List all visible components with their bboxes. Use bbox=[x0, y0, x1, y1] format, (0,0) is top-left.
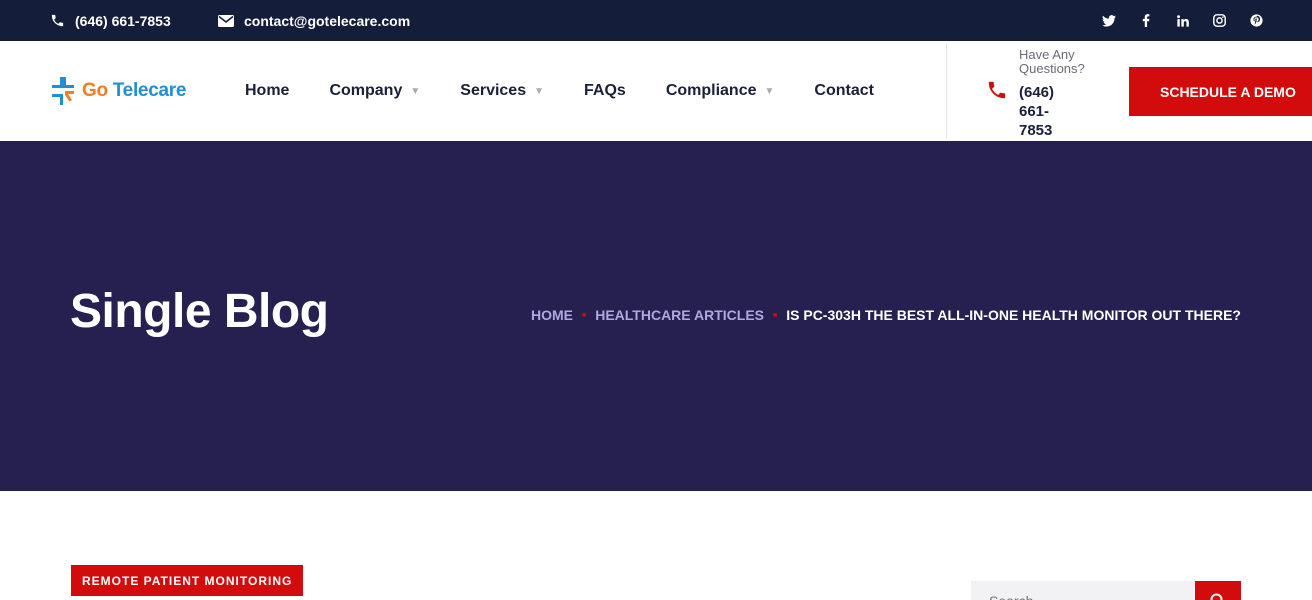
topbar-email[interactable]: contact@gotelecare.com bbox=[218, 0, 410, 41]
main-nav: Home Company ▼ Services ▼ FAQs Compliance ▼… bbox=[245, 41, 914, 141]
breadcrumb-home[interactable]: HOME bbox=[531, 307, 573, 323]
breadcrumb-separator-icon: ■ bbox=[773, 311, 778, 319]
top-bar: (646) 661-7853 contact@gotelecare.com bbox=[0, 0, 1312, 41]
search-icon bbox=[1210, 593, 1223, 600]
page-title: Single Blog bbox=[70, 285, 329, 338]
site-header: Go Telecare Home Company ▼ Services ▼ FAQs… bbox=[0, 41, 1312, 141]
phone-icon bbox=[51, 14, 64, 27]
phone-icon bbox=[988, 81, 1006, 99]
nav-compliance[interactable]: Compliance ▼ bbox=[666, 82, 775, 100]
nav-company[interactable]: Company ▼ bbox=[329, 82, 420, 100]
breadcrumb-separator-icon: ■ bbox=[581, 311, 587, 319]
nav-services-label: Services bbox=[460, 82, 527, 99]
logo-telecare: Telecare bbox=[112, 80, 187, 101]
breadcrumb-current: IS PC-303H THE BEST ALL-IN-ONE HEALTH MO… bbox=[786, 307, 1241, 323]
logo-cross-icon bbox=[52, 77, 74, 105]
topbar-phone-text: (646) 661-7853 bbox=[75, 12, 171, 29]
instagram-icon[interactable] bbox=[1212, 13, 1227, 28]
facebook-icon[interactable] bbox=[1138, 13, 1153, 28]
chevron-down-icon: ▼ bbox=[410, 85, 421, 97]
social-links bbox=[1101, 0, 1264, 41]
logo-text: Go Telecare bbox=[82, 80, 186, 102]
nav-faqs-label: FAQs bbox=[584, 82, 626, 99]
nav-home-label: Home bbox=[245, 82, 290, 99]
topbar-email-text: contact@gotelecare.com bbox=[244, 12, 411, 29]
page-hero: Single Blog HOME ■ HEALTHCARE ARTICLES ■… bbox=[0, 141, 1312, 491]
nav-faqs[interactable]: FAQs bbox=[584, 82, 626, 100]
call-phone-number: (646) 661-7853 bbox=[1019, 84, 1055, 139]
envelope-icon bbox=[218, 14, 234, 27]
chevron-down-icon: ▼ bbox=[764, 85, 775, 97]
nav-services[interactable]: Services ▼ bbox=[460, 82, 544, 100]
pinterest-icon[interactable] bbox=[1249, 13, 1264, 28]
nav-compliance-label: Compliance bbox=[665, 82, 757, 99]
chevron-down-icon: ▼ bbox=[534, 85, 545, 97]
linkedin-icon[interactable] bbox=[1175, 13, 1190, 28]
call-question: Have Any Questions? bbox=[1019, 47, 1085, 76]
logo-go: Go bbox=[82, 80, 108, 101]
nav-contact[interactable]: Contact bbox=[814, 82, 874, 100]
topbar-phone[interactable]: (646) 661-7853 bbox=[50, 0, 171, 41]
category-badge[interactable]: REMOTE PATIENT MONITORING bbox=[71, 565, 304, 596]
sidebar-search bbox=[971, 581, 1241, 600]
breadcrumb-category[interactable]: HEALTHCARE ARTICLES bbox=[595, 307, 764, 323]
nav-company-label: Company bbox=[329, 82, 403, 99]
schedule-demo-button[interactable]: SCHEDULE A DEMO bbox=[1129, 67, 1312, 116]
breadcrumb: HOME ■ HEALTHCARE ARTICLES ■ IS PC-303H … bbox=[531, 307, 1241, 323]
search-input[interactable] bbox=[971, 581, 1195, 600]
nav-home[interactable]: Home bbox=[245, 82, 289, 100]
nav-contact-label: Contact bbox=[814, 82, 874, 99]
search-button[interactable] bbox=[1195, 581, 1241, 600]
logo[interactable]: Go Telecare bbox=[49, 76, 186, 106]
twitter-icon[interactable] bbox=[1101, 13, 1116, 28]
header-divider bbox=[946, 44, 947, 138]
